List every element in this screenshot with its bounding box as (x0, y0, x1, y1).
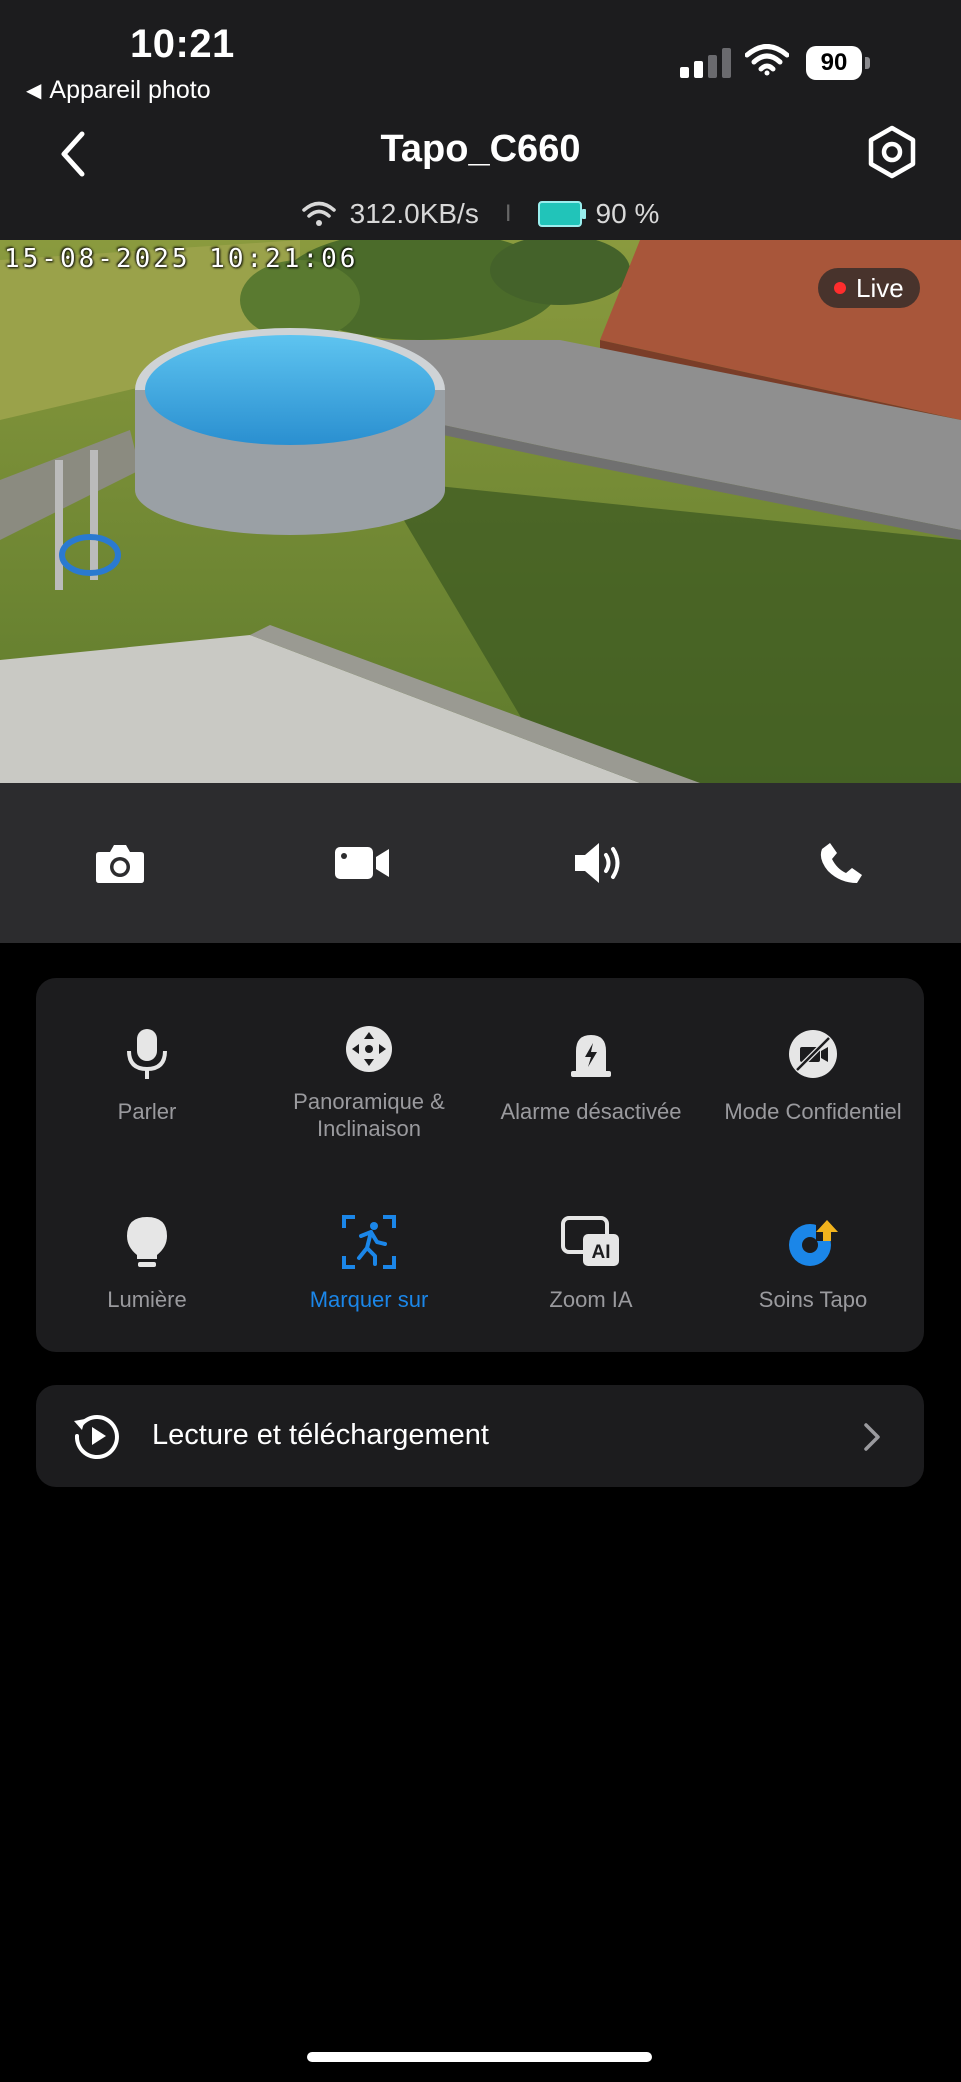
playback-history-icon (72, 1411, 122, 1461)
playback-download-row[interactable]: Lecture et téléchargement (36, 1385, 924, 1487)
tapo-care-icon (783, 1212, 843, 1272)
back-app-label: Appareil photo (49, 76, 211, 104)
feature-label: Mode Confidentiel (724, 1099, 902, 1124)
audio-button[interactable] (560, 823, 640, 903)
privacy-mode-feature[interactable]: Mode Confidentiel (702, 978, 924, 1138)
control-bar (0, 783, 961, 943)
ai-zoom-icon: AI (561, 1212, 621, 1272)
svg-text:AI: AI (592, 1242, 611, 1263)
video-record-icon (335, 847, 389, 879)
app-header: Tapo_C660 312.0KB/s I 90 % (0, 110, 961, 240)
call-button[interactable] (802, 823, 882, 903)
connection-info: 312.0KB/s I 90 % (0, 198, 961, 230)
feature-label: Lumière (107, 1287, 187, 1312)
battery-level: 90 (806, 46, 862, 80)
record-button[interactable] (322, 823, 402, 903)
camera-timestamp: 15-08-2025 10:21:06 (4, 244, 359, 274)
speaker-icon (575, 843, 620, 883)
camera-feed-image (0, 240, 961, 783)
tapo-care-feature[interactable]: Soins Tapo (702, 1166, 924, 1326)
back-triangle-icon: ◀ (26, 80, 42, 102)
camera-battery-level: 90 % (595, 198, 660, 229)
playback-label: Lecture et téléchargement (152, 1419, 489, 1451)
back-button[interactable] (50, 124, 100, 184)
motion-tracking-icon (339, 1212, 399, 1272)
cellular-signal-icon (680, 48, 731, 78)
camera-live-view[interactable]: 15-08-2025 10:21:06 Live (0, 240, 961, 783)
feature-label: Marquer sur (309, 1287, 429, 1312)
camera-icon (96, 845, 144, 883)
back-to-app-link[interactable]: ◀ Appareil photo (26, 76, 211, 105)
chevron-right-icon (856, 1417, 886, 1457)
camera-battery-icon (537, 201, 586, 227)
feature-label: Parler (117, 1099, 177, 1124)
phone-icon (820, 843, 862, 883)
privacy-icon (783, 1024, 843, 1084)
alarm-icon (561, 1024, 621, 1084)
feature-label: Alarme désactivée (500, 1099, 682, 1124)
live-dot-icon (834, 282, 846, 294)
settings-button[interactable] (864, 122, 920, 182)
status-bar: 10:21 ◀ Appareil photo 90 (0, 0, 961, 110)
wifi-icon (301, 201, 336, 226)
live-badge: Live (818, 268, 920, 308)
pan-tilt-feature[interactable]: Panoramique & Inclinaison (258, 978, 480, 1141)
snapshot-button[interactable] (80, 823, 160, 903)
battery-nub (865, 57, 870, 69)
chevron-left-icon (61, 131, 85, 177)
microphone-icon (117, 1024, 177, 1084)
feature-label: Zoom IA (549, 1287, 633, 1312)
light-bulb-icon (117, 1212, 177, 1272)
talk-feature[interactable]: Parler (36, 978, 258, 1138)
status-time: 10:21 (130, 22, 235, 66)
network-speed: 312.0KB/s (349, 198, 479, 229)
wifi-status-icon (744, 44, 790, 81)
live-label: Live (856, 272, 904, 303)
home-indicator[interactable] (307, 2052, 652, 2062)
feature-label: Soins Tapo (758, 1287, 868, 1312)
features-panel: Parler Panoramique & Inclinaison Alarme d… (36, 978, 924, 1352)
battery-status-icon: 90 (806, 46, 870, 80)
alarm-feature[interactable]: Alarme désactivée (480, 978, 702, 1138)
gear-icon (868, 125, 916, 179)
feature-label: Panoramique & Inclinaison (293, 1089, 445, 1141)
light-feature[interactable]: Lumière (36, 1166, 258, 1326)
page-title: Tapo_C660 (380, 128, 581, 170)
pan-tilt-icon (339, 1024, 399, 1074)
ai-zoom-feature[interactable]: AI Zoom IA (480, 1166, 702, 1326)
motion-tracking-feature[interactable]: Marquer sur (258, 1166, 480, 1326)
separator: I (504, 200, 512, 227)
